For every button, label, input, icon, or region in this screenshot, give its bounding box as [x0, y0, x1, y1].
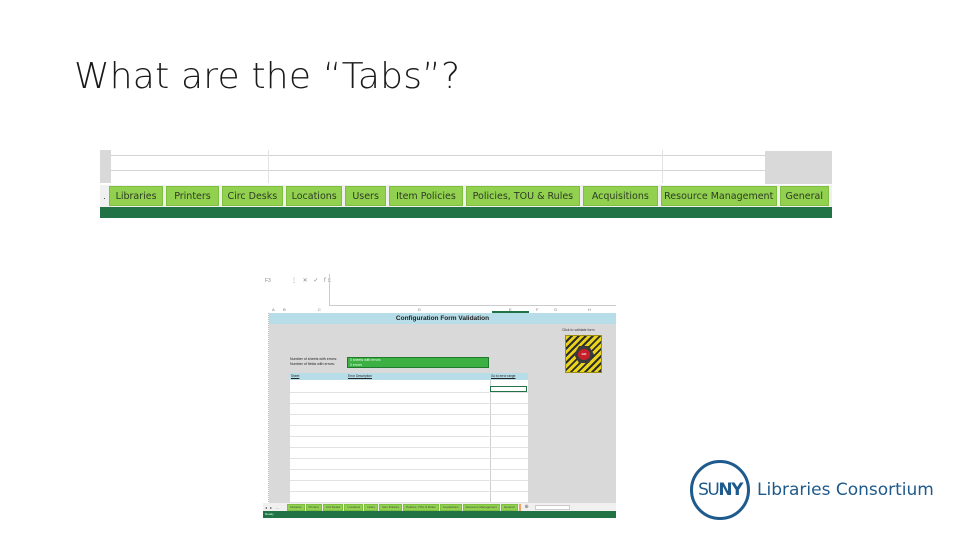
column-header[interactable]: G [554, 307, 557, 312]
fields-with-errors-label: Number of fields with errors: [290, 362, 335, 367]
validate-button-label: GO [578, 349, 590, 360]
tab-nav-arrows[interactable]: ◂ ▸ … [263, 505, 287, 510]
row-line [290, 392, 528, 393]
row-line [290, 480, 528, 481]
tab-scroll-ellipsis[interactable]: . [100, 191, 109, 201]
row-line [290, 447, 528, 448]
row-header [100, 150, 111, 183]
mini-tab-item-policies[interactable]: Item Policies [379, 503, 403, 511]
sheet-tab-libraries[interactable]: Libraries [108, 186, 164, 206]
sheet-tab-circ-desks[interactable]: Circ Desks [221, 186, 283, 206]
row-line [290, 414, 528, 415]
formula-bar: F3 ⋮ ✕ ✓ fx [263, 272, 616, 306]
tab-strip-zoomed-screenshot: . Libraries Printers Circ Desks Location… [100, 150, 832, 218]
sheet-tab-general[interactable]: General [779, 186, 829, 206]
column-header[interactable]: B [283, 307, 286, 312]
grid-line [111, 155, 765, 156]
fields-with-errors-value: 0 errors [350, 363, 363, 367]
sheet-title: Configuration Form Validation [269, 313, 616, 324]
mini-tab-printers[interactable]: Printers [305, 503, 322, 511]
mini-tab-circ-desks[interactable]: Circ Desks [322, 503, 344, 511]
add-sheet-icon[interactable]: ⊕ [525, 504, 529, 510]
slide-title: What are the “Tabs”? [74, 56, 461, 97]
grey-area [765, 151, 832, 184]
sheet-tab-printers[interactable]: Printers [166, 186, 219, 206]
grid-line [662, 150, 663, 183]
error-table-header: Sheet Error Description Go to error rang… [290, 373, 528, 380]
sheet-tab-resource-management[interactable]: Resource Management [660, 186, 777, 206]
mini-tab-resource-management[interactable]: Resource Management [462, 503, 500, 511]
mini-tab-general[interactable]: General [500, 503, 518, 511]
row-line [290, 469, 528, 470]
mini-sheet-tab-bar: ◂ ▸ … Libraries Printers Circ Desks Loca… [263, 503, 616, 511]
horizontal-scrollbar[interactable] [534, 504, 570, 510]
suny-mark-light: SU [698, 480, 720, 500]
hexagon-icon: GO [574, 346, 594, 363]
row-line [290, 491, 528, 492]
logo-text: Libraries Consortium [757, 480, 934, 500]
row-line [290, 458, 528, 459]
error-table: Sheet Error Description Go to error rang… [290, 373, 528, 507]
error-count-labels: Number of sheets with errors: Number of … [290, 357, 337, 367]
column-header[interactable]: F [536, 307, 538, 312]
active-tab-marker [518, 503, 521, 511]
sheet-tab-policies-tou-rules[interactable]: Policies, TOU & Rules [466, 186, 580, 206]
sheet-tab-bar: . Libraries Printers Circ Desks Location… [100, 185, 832, 207]
mini-status-bar: Ready [263, 511, 616, 518]
column-header[interactable]: C [318, 307, 321, 312]
header-error-description: Error Description [348, 374, 372, 378]
header-go-to-error-range: Go to error range [491, 374, 516, 378]
status-bar [100, 207, 832, 218]
header-sheet: Sheet [291, 374, 300, 378]
validate-button[interactable]: GO [565, 335, 602, 373]
sheet-tab-users[interactable]: Users [345, 186, 386, 206]
spreadsheet-screenshot: F3 ⋮ ✕ ✓ fx A B C D E F G H Configuratio… [263, 272, 616, 518]
mini-tab-acquisitions[interactable]: Acquisitions [439, 503, 462, 511]
column-header[interactable]: A [272, 307, 275, 312]
error-count-values: 0 sheets with errors 0 errors [347, 357, 489, 368]
suny-wordmark: SUNY [698, 480, 743, 500]
row-line [290, 436, 528, 437]
mini-tab-libraries[interactable]: Libraries [287, 503, 305, 511]
grid-line [111, 170, 765, 171]
mini-tab-users[interactable]: Users [364, 503, 379, 511]
column-header[interactable]: H [588, 307, 591, 312]
mini-tab-policies-tou-rules[interactable]: Policies, TOU & Rules [403, 503, 439, 511]
sheet-tab-acquisitions[interactable]: Acquisitions [582, 186, 658, 206]
row-line [290, 425, 528, 426]
grid-line [268, 150, 269, 183]
mini-tab-locations[interactable]: Locations [344, 503, 364, 511]
suny-mark-bold: NY [718, 480, 743, 500]
name-box[interactable]: F3 [265, 278, 271, 284]
suny-circle-logo-icon: SUNY [690, 460, 750, 520]
sheet-tab-locations[interactable]: Locations [285, 186, 343, 206]
formula-icons: ⋮ ✕ ✓ fx [291, 278, 333, 284]
click-to-validate-label: Click to validate form [562, 328, 595, 332]
column-divider [490, 380, 491, 507]
row-line [290, 403, 528, 404]
sheet-tab-item-policies[interactable]: Item Policies [388, 186, 464, 206]
column-header[interactable]: D [418, 307, 421, 312]
formula-input[interactable] [329, 274, 616, 306]
sheet-body: Configuration Form Validation Click to v… [269, 313, 616, 507]
suny-libraries-consortium-logo: SUNY Libraries Consortium [690, 459, 940, 521]
